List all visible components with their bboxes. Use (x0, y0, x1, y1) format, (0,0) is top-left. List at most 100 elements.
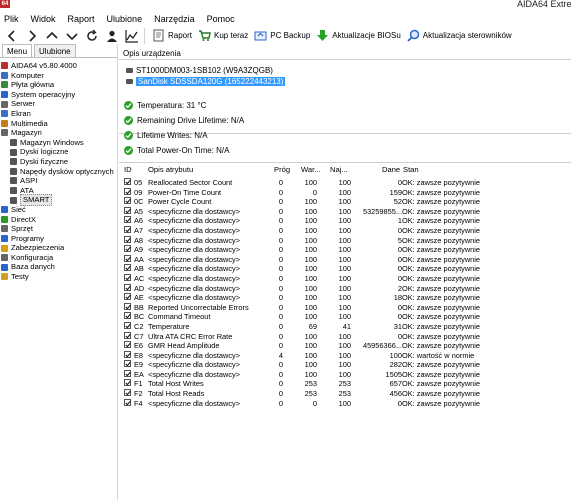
row-checkbox[interactable] (124, 187, 131, 195)
menu-ulubione[interactable]: Ulubione (107, 12, 143, 26)
table-row[interactable]: E8 <specyficzne dla dostawcy> 4 100 100 100 OK… (119, 350, 571, 361)
tab-menu[interactable]: Menu (2, 44, 33, 57)
row-checkbox[interactable] (124, 312, 131, 320)
row-checkbox[interactable] (124, 273, 131, 281)
device-column-header[interactable]: Opis urządzenia (123, 49, 181, 58)
col-header-dane[interactable]: Dane (382, 165, 400, 174)
row-checkbox[interactable] (124, 206, 131, 214)
table-row[interactable]: E6 GMR Head Amplitude 0 100 100 45956366... OK… (119, 341, 571, 351)
col-header-name[interactable]: Opis atrybutu (148, 165, 193, 174)
row-checkbox[interactable] (124, 245, 131, 253)
tree-item[interactable]: Napędy dysków optycznych (0, 167, 117, 177)
row-checkbox[interactable] (124, 178, 131, 185)
row-checkbox[interactable] (124, 350, 131, 358)
col-header-prog[interactable]: Próg (274, 165, 290, 174)
table-row[interactable]: AD <specyficzne dla dostawcy> 0 100 100 2 OK: … (119, 283, 571, 294)
forward-button[interactable] (24, 28, 40, 44)
table-row[interactable]: C7 Ultra ATA CRC Error Rate 0 100 100 0 OK: za… (119, 331, 571, 342)
row-checkbox[interactable] (124, 197, 131, 205)
kup-teraz-button[interactable]: Kup teraz (195, 27, 251, 44)
table-row[interactable]: A8 <specyficzne dla dostawcy> 0 100 100 5 OK: … (119, 235, 571, 246)
tree-item[interactable]: Komputer (0, 71, 117, 81)
user-button[interactable] (104, 28, 120, 44)
tree-item[interactable]: Programy (0, 234, 117, 244)
tab-ulubione[interactable]: Ulubione (34, 44, 76, 57)
row-checkbox[interactable] (124, 235, 131, 243)
tree-item[interactable]: ASPI (0, 176, 117, 186)
col-header-naj[interactable]: Naj... (330, 165, 348, 174)
col-header-stan[interactable]: Stan (403, 165, 419, 174)
menu-narzedzia[interactable]: Narzędzia (154, 12, 195, 26)
tree-item[interactable]: Ekran (0, 109, 117, 119)
row-checkbox[interactable] (124, 341, 131, 349)
row-checkbox[interactable] (124, 293, 131, 301)
tree-item[interactable]: Multimedia (0, 119, 117, 129)
tree-item[interactable]: Magazyn (0, 128, 117, 138)
tree-item[interactable]: Konfiguracja (0, 253, 117, 263)
row-checkbox[interactable] (124, 254, 131, 262)
menu-pomoc[interactable]: Pomoc (207, 12, 235, 26)
row-checkbox[interactable] (124, 283, 131, 291)
table-row[interactable]: AA <specyficzne dla dostawcy> 0 100 100 0 OK: … (119, 254, 571, 265)
tree-item[interactable]: Magazyn Windows (0, 138, 117, 148)
aktualizacje-bios-button[interactable]: Aktualizacje BIOSu (313, 27, 403, 44)
aktualizacja-sterownikow-button[interactable]: Aktualizacja sterowników (404, 27, 515, 44)
row-checkbox[interactable] (124, 321, 131, 329)
row-checkbox[interactable] (124, 379, 131, 387)
table-row[interactable]: A6 <specyficzne dla dostawcy> 0 100 100 1 OK: … (119, 216, 571, 226)
col-header-war[interactable]: War... (301, 165, 321, 174)
table-row[interactable]: E9 <specyficzne dla dostawcy> 0 100 100 282 OK… (119, 360, 571, 370)
raport-button[interactable]: Raport (149, 27, 195, 44)
row-checkbox[interactable] (124, 369, 131, 377)
col-header-id[interactable]: ID (124, 165, 132, 174)
row-checkbox[interactable] (124, 398, 131, 406)
device-item-selected[interactable]: SanDisk SDSSDA120G (165222443213) (126, 77, 286, 86)
back-button[interactable] (4, 28, 20, 44)
tree-item[interactable]: Serwer (0, 99, 117, 109)
row-checkbox[interactable] (124, 389, 131, 397)
tree-item[interactable]: SMART (0, 194, 117, 206)
aida64-app-icon[interactable]: 64 (0, 0, 10, 8)
pc-backup-button[interactable]: PC Backup (251, 27, 313, 44)
chart-button[interactable] (124, 28, 140, 44)
row-checkbox[interactable] (124, 225, 131, 233)
table-row[interactable]: F4 <specyficzne dla dostawcy> 0 0 100 0 OK: za… (119, 398, 571, 409)
device-item[interactable]: ST1000DM003-1SB102 (W9A3ZQGB) (126, 66, 273, 75)
table-row[interactable]: F2 Total Host Reads 0 253 253 456 OK: zawsze p… (119, 389, 571, 399)
table-row[interactable]: AC <specyficzne dla dostawcy> 0 100 100 0 OK: … (119, 273, 571, 284)
row-checkbox[interactable] (124, 360, 131, 368)
tree-item[interactable]: Płyta główna (0, 80, 117, 90)
tree-item[interactable]: DirectX (0, 215, 117, 225)
table-row[interactable]: A5 <specyficzne dla dostawcy> 0 100 100 53259… (119, 206, 571, 217)
menu-plik[interactable]: Plik (4, 12, 19, 26)
up-button[interactable] (44, 28, 60, 44)
table-row[interactable]: A7 <specyficzne dla dostawcy> 0 100 100 0 OK: … (119, 225, 571, 236)
table-row[interactable]: AE <specyficzne dla dostawcy> 0 100 100 18 OK:… (119, 293, 571, 303)
table-row[interactable]: BB Reported Uncorrectable Errors 0 100 100 0 O… (119, 302, 571, 313)
table-row[interactable]: EA <specyficzne dla dostawcy> 0 100 100 1505 O… (119, 369, 571, 380)
down-button[interactable] (64, 28, 80, 44)
tree-item[interactable]: ATA (0, 186, 117, 196)
table-row[interactable]: 0C Power Cycle Count 0 100 100 52 OK: zawsze p… (119, 197, 571, 207)
table-row[interactable]: 09 Power-On Time Count 0 0 100 159 OK: zawsze … (119, 187, 571, 198)
row-checkbox[interactable] (124, 331, 131, 339)
tree-item[interactable]: AIDA64 v5.80.4000 (0, 61, 117, 71)
tree-item[interactable]: System operacyjny (0, 90, 117, 100)
tree-item[interactable]: Baza danych (0, 262, 117, 272)
tree-item[interactable]: Sieć (0, 205, 117, 215)
tree-item[interactable]: Testy (0, 272, 117, 282)
row-checkbox[interactable] (124, 216, 131, 224)
table-row[interactable]: F1 Total Host Writes 0 253 253 657 OK: zawsze … (119, 379, 571, 389)
tree-item[interactable]: Dyski fizyczne (0, 157, 117, 167)
menu-widok[interactable]: Widok (31, 12, 56, 26)
table-row[interactable]: AB <specyficzne dla dostawcy> 0 100 100 0 OK: … (119, 264, 571, 274)
table-row[interactable]: 05 Reallocated Sector Count 0 100 100 0 OK: za… (119, 178, 571, 188)
menu-raport[interactable]: Raport (68, 12, 95, 26)
row-checkbox[interactable] (124, 264, 131, 272)
refresh-button[interactable] (84, 28, 100, 44)
row-checkbox[interactable] (124, 302, 131, 310)
table-row[interactable]: BC Command Timeout 0 100 100 0 OK: zawsze pozy… (119, 312, 571, 322)
tree-item[interactable]: Zabezpieczenia (0, 243, 117, 253)
table-row[interactable]: A9 <specyficzne dla dostawcy> 0 100 100 0 OK: … (119, 245, 571, 255)
table-row[interactable]: C2 Temperature 0 69 41 31 OK: zawsze pozytywni… (119, 321, 571, 332)
